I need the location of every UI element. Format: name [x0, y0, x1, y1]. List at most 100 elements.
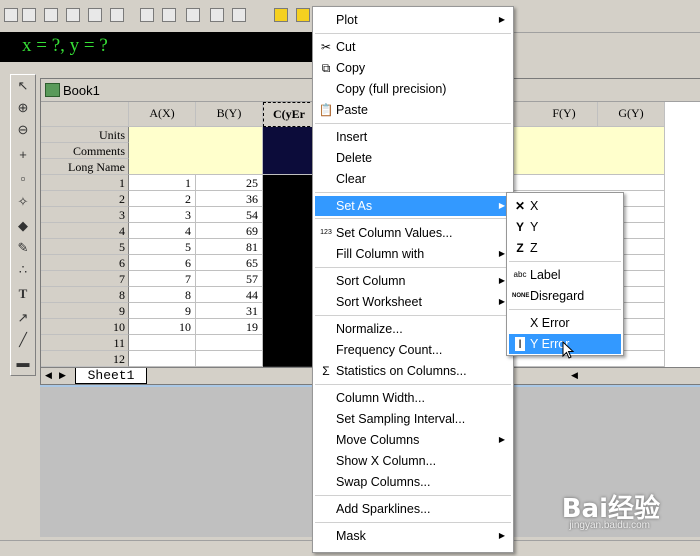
- selected-metadata-cells[interactable]: [263, 127, 315, 175]
- toolbar-button-icon[interactable]: [66, 8, 80, 22]
- row-header[interactable]: 9: [41, 303, 129, 319]
- table-cell[interactable]: 5: [129, 239, 196, 255]
- toolbar-button-icon[interactable]: [44, 8, 58, 22]
- menu-item-statistics-on-columns[interactable]: Σ Statistics on Columns...: [315, 361, 511, 381]
- table-cell[interactable]: 6: [129, 255, 196, 271]
- data-selector-icon[interactable]: ◆: [14, 217, 32, 235]
- menu-item-move-columns[interactable]: Move Columns ▶: [315, 430, 511, 450]
- column-header[interactable]: A(X): [129, 102, 196, 127]
- column-header-selected[interactable]: C(yEr: [263, 102, 315, 127]
- table-cell[interactable]: [129, 351, 196, 367]
- table-cell[interactable]: 8: [129, 287, 196, 303]
- menu-item-sort-worksheet[interactable]: Sort Worksheet ▶: [315, 292, 511, 312]
- screen-reader-icon[interactable]: ▫: [14, 169, 32, 187]
- table-cell[interactable]: 3: [129, 207, 196, 223]
- table-cell[interactable]: 19: [196, 319, 263, 335]
- clock-icon[interactable]: [210, 8, 224, 22]
- toolbar-button-icon[interactable]: [22, 8, 36, 22]
- table-cell[interactable]: 9: [129, 303, 196, 319]
- submenu-item-y[interactable]: YY: [509, 217, 621, 237]
- column-header[interactable]: B(Y): [196, 102, 263, 127]
- pencil-icon[interactable]: [274, 8, 288, 22]
- column-header[interactable]: F(Y): [531, 102, 598, 127]
- menu-item-cut[interactable]: ✂ Cut: [315, 37, 511, 57]
- menu-item-set-as[interactable]: Set As ▶: [315, 196, 511, 216]
- table-cell[interactable]: 69: [196, 223, 263, 239]
- grid-icon[interactable]: [232, 8, 246, 22]
- menu-item-set-column-values[interactable]: 123 Set Column Values...: [315, 223, 511, 243]
- grid-corner[interactable]: [41, 102, 129, 127]
- draw-data-icon[interactable]: ✎: [14, 239, 32, 257]
- submenu-item-x-error[interactable]: X Error: [509, 313, 621, 333]
- menu-item-paste[interactable]: 📋 Paste: [315, 100, 511, 120]
- table-cell[interactable]: 65: [196, 255, 263, 271]
- submenu-item-label[interactable]: abc Label: [509, 265, 621, 285]
- table-cell[interactable]: 10: [129, 319, 196, 335]
- menu-item-plot[interactable]: Plot ▶: [315, 10, 511, 30]
- table-cell[interactable]: [196, 351, 263, 367]
- table-cell[interactable]: 2: [129, 191, 196, 207]
- tab-scroll-left-icon[interactable]: ◀: [45, 370, 52, 381]
- row-header[interactable]: 2: [41, 191, 129, 207]
- menu-item-mask[interactable]: Mask ▶: [315, 526, 511, 546]
- table-cell[interactable]: [196, 335, 263, 351]
- metadata-cells[interactable]: [513, 127, 665, 175]
- row-header[interactable]: 11: [41, 335, 129, 351]
- menu-item-fill-column[interactable]: Fill Column with ▶: [315, 244, 511, 264]
- metadata-cells[interactable]: [129, 127, 263, 175]
- menu-item-delete[interactable]: Delete: [315, 148, 511, 168]
- row-header[interactable]: 5: [41, 239, 129, 255]
- table-cell[interactable]: 4: [129, 223, 196, 239]
- tab-sheet1[interactable]: Sheet1: [75, 368, 147, 384]
- table-cell[interactable]: 31: [196, 303, 263, 319]
- menu-item-clear[interactable]: Clear: [315, 169, 511, 189]
- data-reader-icon[interactable]: ✧: [14, 193, 32, 211]
- row-header[interactable]: 1: [41, 175, 129, 191]
- menu-item-insert[interactable]: Insert: [315, 127, 511, 147]
- arrow-tool-icon[interactable]: ↗: [14, 309, 32, 327]
- row-header[interactable]: 6: [41, 255, 129, 271]
- text-tool-icon[interactable]: T: [14, 285, 32, 303]
- toolbar-button-icon[interactable]: [140, 8, 154, 22]
- submenu-item-x[interactable]: ✕ X: [509, 196, 621, 216]
- row-header[interactable]: 3: [41, 207, 129, 223]
- table-cell[interactable]: 1: [129, 175, 196, 191]
- folder-icon[interactable]: [296, 8, 310, 22]
- menu-item-add-sparklines[interactable]: Add Sparklines...: [315, 499, 511, 519]
- menu-item-set-sampling-interval[interactable]: Set Sampling Interval...: [315, 409, 511, 429]
- menu-item-show-x-column[interactable]: Show X Column...: [315, 451, 511, 471]
- toolbar-button-icon[interactable]: [162, 8, 176, 22]
- selected-column-cells[interactable]: [263, 175, 315, 367]
- submenu-item-z[interactable]: ZZ: [509, 238, 621, 258]
- menu-item-column-width[interactable]: Column Width...: [315, 388, 511, 408]
- row-header[interactable]: 8: [41, 287, 129, 303]
- toolbar-button-icon[interactable]: [4, 8, 18, 22]
- menu-item-normalize[interactable]: Normalize...: [315, 319, 511, 339]
- table-cell[interactable]: 81: [196, 239, 263, 255]
- row-header[interactable]: Long Name: [41, 159, 129, 175]
- table-cell[interactable]: 36: [196, 191, 263, 207]
- toolbar-button-icon[interactable]: [186, 8, 200, 22]
- table-cell[interactable]: [513, 175, 665, 191]
- menu-item-copy[interactable]: ⧉ Copy: [315, 58, 511, 78]
- toolbar-button-icon[interactable]: [110, 8, 124, 22]
- menu-item-swap-columns[interactable]: Swap Columns...: [315, 472, 511, 492]
- table-cell[interactable]: 44: [196, 287, 263, 303]
- column-header[interactable]: G(Y): [598, 102, 665, 127]
- table-cell[interactable]: 57: [196, 271, 263, 287]
- row-header[interactable]: Units: [41, 127, 129, 143]
- line-tool-icon[interactable]: ╱: [14, 331, 32, 349]
- table-cell[interactable]: 25: [196, 175, 263, 191]
- row-header[interactable]: Comments: [41, 143, 129, 159]
- row-header[interactable]: 4: [41, 223, 129, 239]
- row-header[interactable]: 12: [41, 351, 129, 367]
- table-cell[interactable]: 7: [129, 271, 196, 287]
- tab-scroll-right-icon[interactable]: ▶: [59, 370, 66, 381]
- crosshair-icon[interactable]: +: [14, 145, 32, 163]
- rectangle-tool-icon[interactable]: ▬: [14, 353, 32, 371]
- toolbar-button-icon[interactable]: [88, 8, 102, 22]
- zoom-out-icon[interactable]: ⊖: [14, 121, 32, 139]
- menu-item-sort-column[interactable]: Sort Column ▶: [315, 271, 511, 291]
- table-cell[interactable]: 54: [196, 207, 263, 223]
- horizontal-scroll-left-icon[interactable]: ◀: [571, 370, 578, 381]
